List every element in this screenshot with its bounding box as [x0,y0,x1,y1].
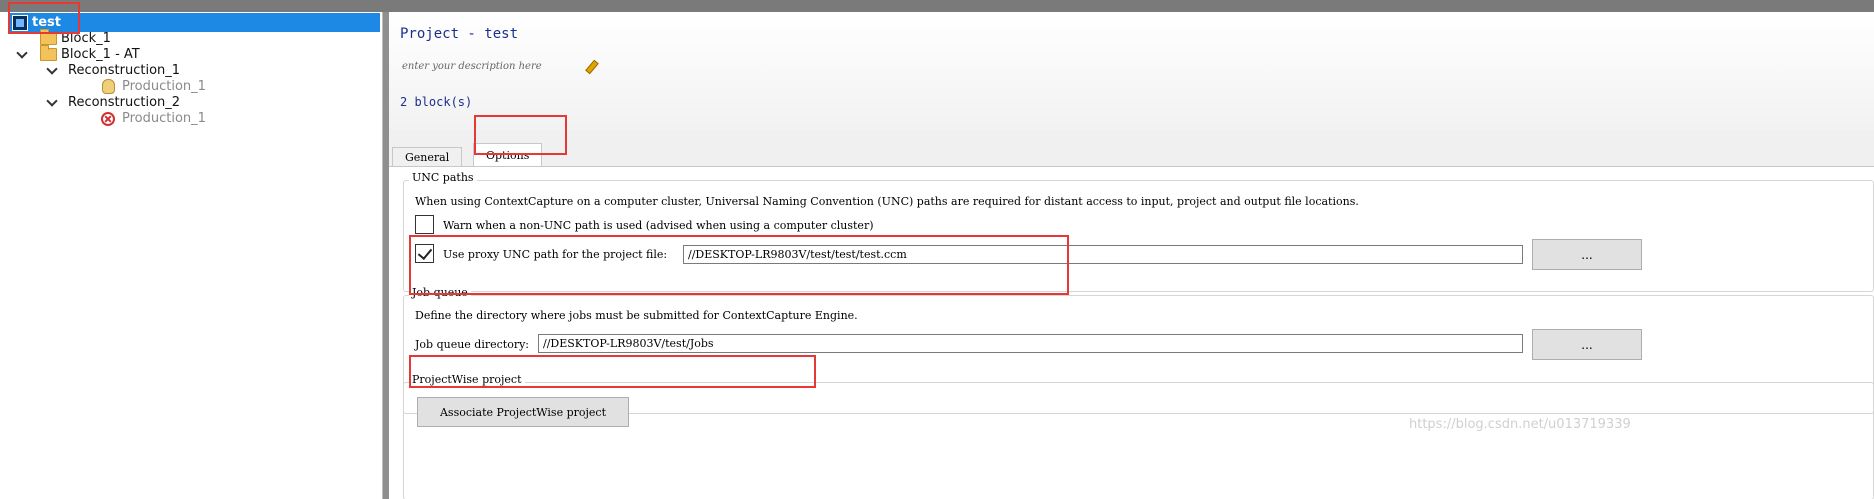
tree-item-label: Production_1 [122,79,206,94]
tree-item-label: Reconstruction_1 [68,63,181,78]
project-icon [12,14,28,31]
group-title: UNC paths [409,171,477,184]
block-count: 2 block(s) [400,95,473,109]
project-panel: Project - test enter your description he… [389,12,1874,499]
project-tree: test Block_1 Block_1 - AT Reconstruction… [0,12,383,499]
job-queue-dir-label: Job queue directory: [415,338,530,351]
tree-item-production-1-error[interactable]: Production_1 [101,109,206,128]
tree-item-label: Block_1 - AT [61,47,140,62]
warn-non-unc-label: Warn when a non-UNC path is used (advise… [443,219,874,232]
project-header: Project - test enter your description he… [389,12,1874,130]
pencil-icon[interactable] [584,60,598,74]
tree-item-label: Reconstruction_2 [68,95,181,110]
proxy-unc-label: Use proxy UNC path for the project file: [443,248,668,261]
options-content: UNC paths When using ContextCapture on a… [389,166,1874,499]
proxy-unc-path-input[interactable]: //DESKTOP-LR9803V/test/test/test.ccm [683,245,1523,264]
description-field[interactable]: enter your description here [402,61,542,72]
tree-item-label: Production_1 [122,111,206,126]
page-title: Project - test [400,26,519,42]
unc-description: When using ContextCapture on a computer … [415,195,1359,208]
job-queue-browse-button[interactable]: ... [1532,329,1642,360]
chevron-down-icon[interactable] [46,65,58,77]
watermark: https://blog.csdn.net/u013719339 [1409,417,1631,432]
tab-bar: General Options [389,130,1874,166]
tree-item-label: Block_1 [61,31,111,46]
folder-icon [40,45,57,61]
group-title: Job queue [409,286,471,299]
proxy-browse-button[interactable]: ... [1532,239,1642,270]
job-queue-dir-input[interactable]: //DESKTOP-LR9803V/test/Jobs [538,334,1523,353]
tab-general[interactable]: General [392,147,463,166]
proxy-unc-checkbox[interactable] [415,244,434,263]
hand-icon [102,79,115,94]
group-title: ProjectWise project [409,373,525,386]
window-top-bar [0,0,1874,12]
tree-item-label: test [32,15,61,30]
job-queue-description: Define the directory where jobs must be … [415,309,858,322]
associate-projectwise-button[interactable]: Associate ProjectWise project [417,397,629,427]
chevron-down-icon[interactable] [46,97,58,109]
warn-non-unc-checkbox[interactable] [415,215,434,234]
folder-icon [40,29,57,45]
chevron-down-icon[interactable] [16,49,28,61]
tab-options[interactable]: Options [473,143,543,166]
error-icon [101,111,115,126]
